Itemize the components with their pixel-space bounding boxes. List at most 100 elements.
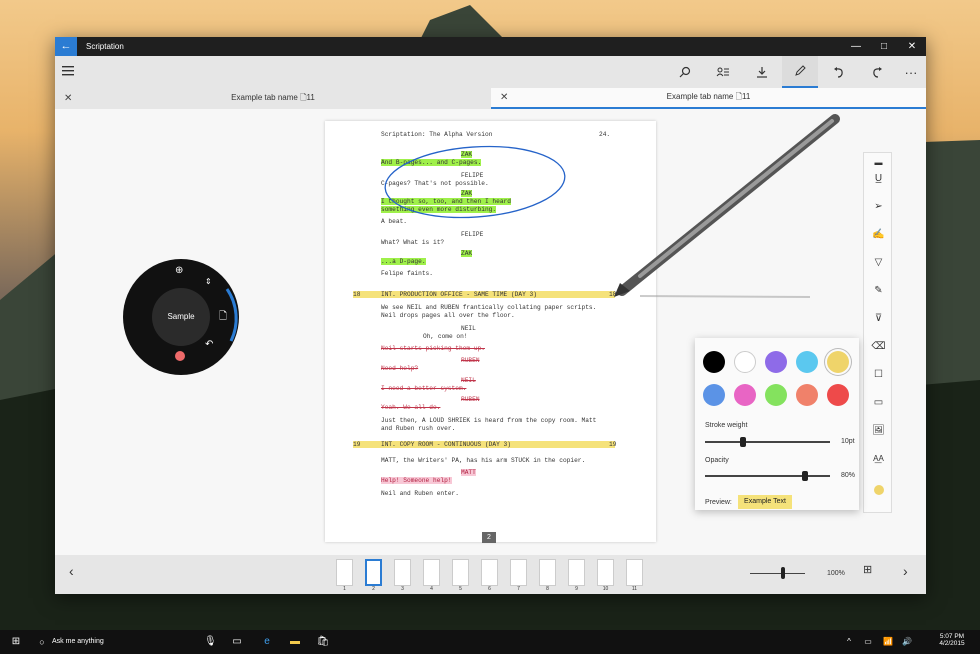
page-thumbnail[interactable] xyxy=(365,559,382,586)
undo-icon[interactable]: ↶ xyxy=(205,339,213,350)
volume-icon[interactable]: 🔊 xyxy=(901,630,913,654)
stroke-weight-slider[interactable] xyxy=(705,441,830,443)
clock[interactable]: 5:07 PM 4/2/2015 xyxy=(932,633,972,647)
script-line: I need a better system. xyxy=(381,385,466,392)
page-thumbnail[interactable] xyxy=(510,559,527,586)
image-icon[interactable]: 🖼 xyxy=(864,421,893,441)
maximize-button[interactable]: □ xyxy=(870,37,898,56)
color-swatch[interactable] xyxy=(703,351,725,373)
redo-button[interactable] xyxy=(859,56,895,88)
page-thumbnail[interactable] xyxy=(626,559,643,586)
sticky-note-icon[interactable]: ☐ xyxy=(864,365,893,385)
file-explorer-icon[interactable]: ▬ xyxy=(288,630,302,654)
taskbar: ⊞ ○ Ask me anything 🎙 ▭ e ▬ 🛍 ^ ▭ 📶 🔊 5:… xyxy=(0,630,980,654)
search-button[interactable] xyxy=(667,56,703,88)
download-icon xyxy=(757,67,767,78)
script-line: Help! Someone help! xyxy=(381,477,452,484)
undo-button[interactable] xyxy=(821,56,857,88)
color-swatch[interactable] xyxy=(765,351,787,373)
arrow-tool-icon[interactable]: ➢ xyxy=(864,197,893,217)
color-swatch[interactable] xyxy=(796,384,818,406)
cortana-icon[interactable]: ○ xyxy=(36,630,48,654)
script-line-text: Neil drops pages all over the floor. xyxy=(381,312,515,319)
color-swatch[interactable] xyxy=(703,384,725,406)
zoom-in-icon[interactable]: ⊕ xyxy=(175,265,183,276)
clock-time: 5:07 PM xyxy=(939,633,965,640)
opacity-knob[interactable] xyxy=(802,471,808,481)
script-line-text: Neil starts picking them up. xyxy=(381,345,485,352)
thumbnail-number: 10 xyxy=(602,586,609,592)
script-line: NEIL xyxy=(461,325,476,332)
color-swatch[interactable] xyxy=(796,351,818,373)
page-icon[interactable]: 🗋 xyxy=(219,309,227,326)
signature-icon[interactable]: ✍ xyxy=(864,225,893,245)
pen-tool-button[interactable] xyxy=(782,56,818,88)
page-thumbnail[interactable] xyxy=(394,559,411,586)
page-thumbnail[interactable] xyxy=(423,559,440,586)
script-line: Need help? xyxy=(381,365,418,372)
color-swatch[interactable] xyxy=(734,384,756,406)
more-button[interactable]: ··· xyxy=(893,56,929,88)
previous-page-button[interactable]: ‹ xyxy=(69,563,74,579)
color-swatch[interactable] xyxy=(827,351,849,373)
script-line: and Ruben rush over. xyxy=(381,425,455,432)
microphone-icon[interactable]: 🎙 xyxy=(204,630,217,654)
network-icon[interactable]: 📶 xyxy=(882,630,894,654)
chevron-up-icon[interactable]: ^ xyxy=(844,630,854,654)
characters-button[interactable] xyxy=(705,56,741,88)
tab-label: Example tab name xyxy=(666,91,734,101)
color-swatch[interactable] xyxy=(765,384,787,406)
eraser-icon[interactable]: ⌫ xyxy=(864,337,893,357)
radial-center-button[interactable]: Sample xyxy=(152,288,210,346)
highlighter-icon[interactable]: ▽ xyxy=(864,253,893,273)
color-picker-icon[interactable] xyxy=(864,483,893,503)
color-swatch[interactable] xyxy=(827,384,849,406)
tab-count: 11 xyxy=(742,91,751,101)
thumbnail-number: 1 xyxy=(343,586,346,592)
page-thumbnail[interactable] xyxy=(336,559,353,586)
next-page-button[interactable]: › xyxy=(903,563,908,579)
menu-icon[interactable] xyxy=(62,66,74,76)
color-swatch[interactable] xyxy=(734,351,756,373)
script-page[interactable]: Scriptation: The Alpha Version 24. ZAK An… xyxy=(325,121,656,543)
search-box-text[interactable]: Ask me anything xyxy=(52,630,104,654)
page-thumbnail[interactable] xyxy=(568,559,585,586)
pen-settings-popup: Stroke weight 10pt Opacity 80% Preview: … xyxy=(695,338,859,510)
zoom-slider[interactable] xyxy=(750,573,805,574)
circle-annotation xyxy=(384,145,566,219)
task-view-icon[interactable]: ▭ xyxy=(230,630,244,654)
opacity-slider[interactable] xyxy=(705,475,830,477)
text-tool-icon[interactable]: A͟A xyxy=(864,449,893,469)
marker-icon[interactable]: ⊽ xyxy=(864,309,893,329)
app-title: Scriptation xyxy=(86,42,124,51)
zoom-knob[interactable] xyxy=(781,567,785,579)
page-thumbnail[interactable] xyxy=(597,559,614,586)
thumbnail-number: 8 xyxy=(546,586,549,592)
store-icon[interactable]: 🛍 xyxy=(316,630,330,654)
download-button[interactable] xyxy=(744,56,780,88)
edge-browser-icon[interactable]: e xyxy=(260,630,274,654)
close-button[interactable]: ✕ xyxy=(898,37,926,56)
underline-icon[interactable]: U̲ xyxy=(864,169,893,189)
minimize-button[interactable]: — xyxy=(842,37,870,56)
windows-start-icon[interactable]: ⊞ xyxy=(8,630,24,654)
up-down-icon[interactable]: ⇕ xyxy=(205,277,212,286)
script-line: Neil starts picking them up. xyxy=(381,345,485,352)
thumbnail-number: 6 xyxy=(488,586,491,592)
tab-2[interactable]: ✕ Example tab name 🗋11 xyxy=(491,88,926,109)
grid-view-icon[interactable]: ⊞ xyxy=(863,563,872,576)
page-thumbnail[interactable] xyxy=(481,559,498,586)
script-line-text: Yeah. We all do. xyxy=(381,404,441,411)
battery-icon[interactable]: ▭ xyxy=(862,630,874,654)
page-thumbnail[interactable] xyxy=(539,559,556,586)
opacity-label: Opacity xyxy=(705,457,729,464)
page-thumbnail[interactable] xyxy=(452,559,469,586)
opacity-value: 80% xyxy=(841,472,856,479)
comment-icon[interactable]: ▭ xyxy=(864,393,893,413)
script-line-text: NEIL xyxy=(461,377,476,384)
pencil-icon[interactable]: ✎ xyxy=(864,281,893,301)
color-dot-icon[interactable] xyxy=(175,351,185,361)
tab-1[interactable]: ✕ Example tab name 🗋11 xyxy=(55,88,491,109)
stroke-weight-knob[interactable] xyxy=(739,437,746,447)
back-button[interactable]: ← xyxy=(55,37,77,56)
